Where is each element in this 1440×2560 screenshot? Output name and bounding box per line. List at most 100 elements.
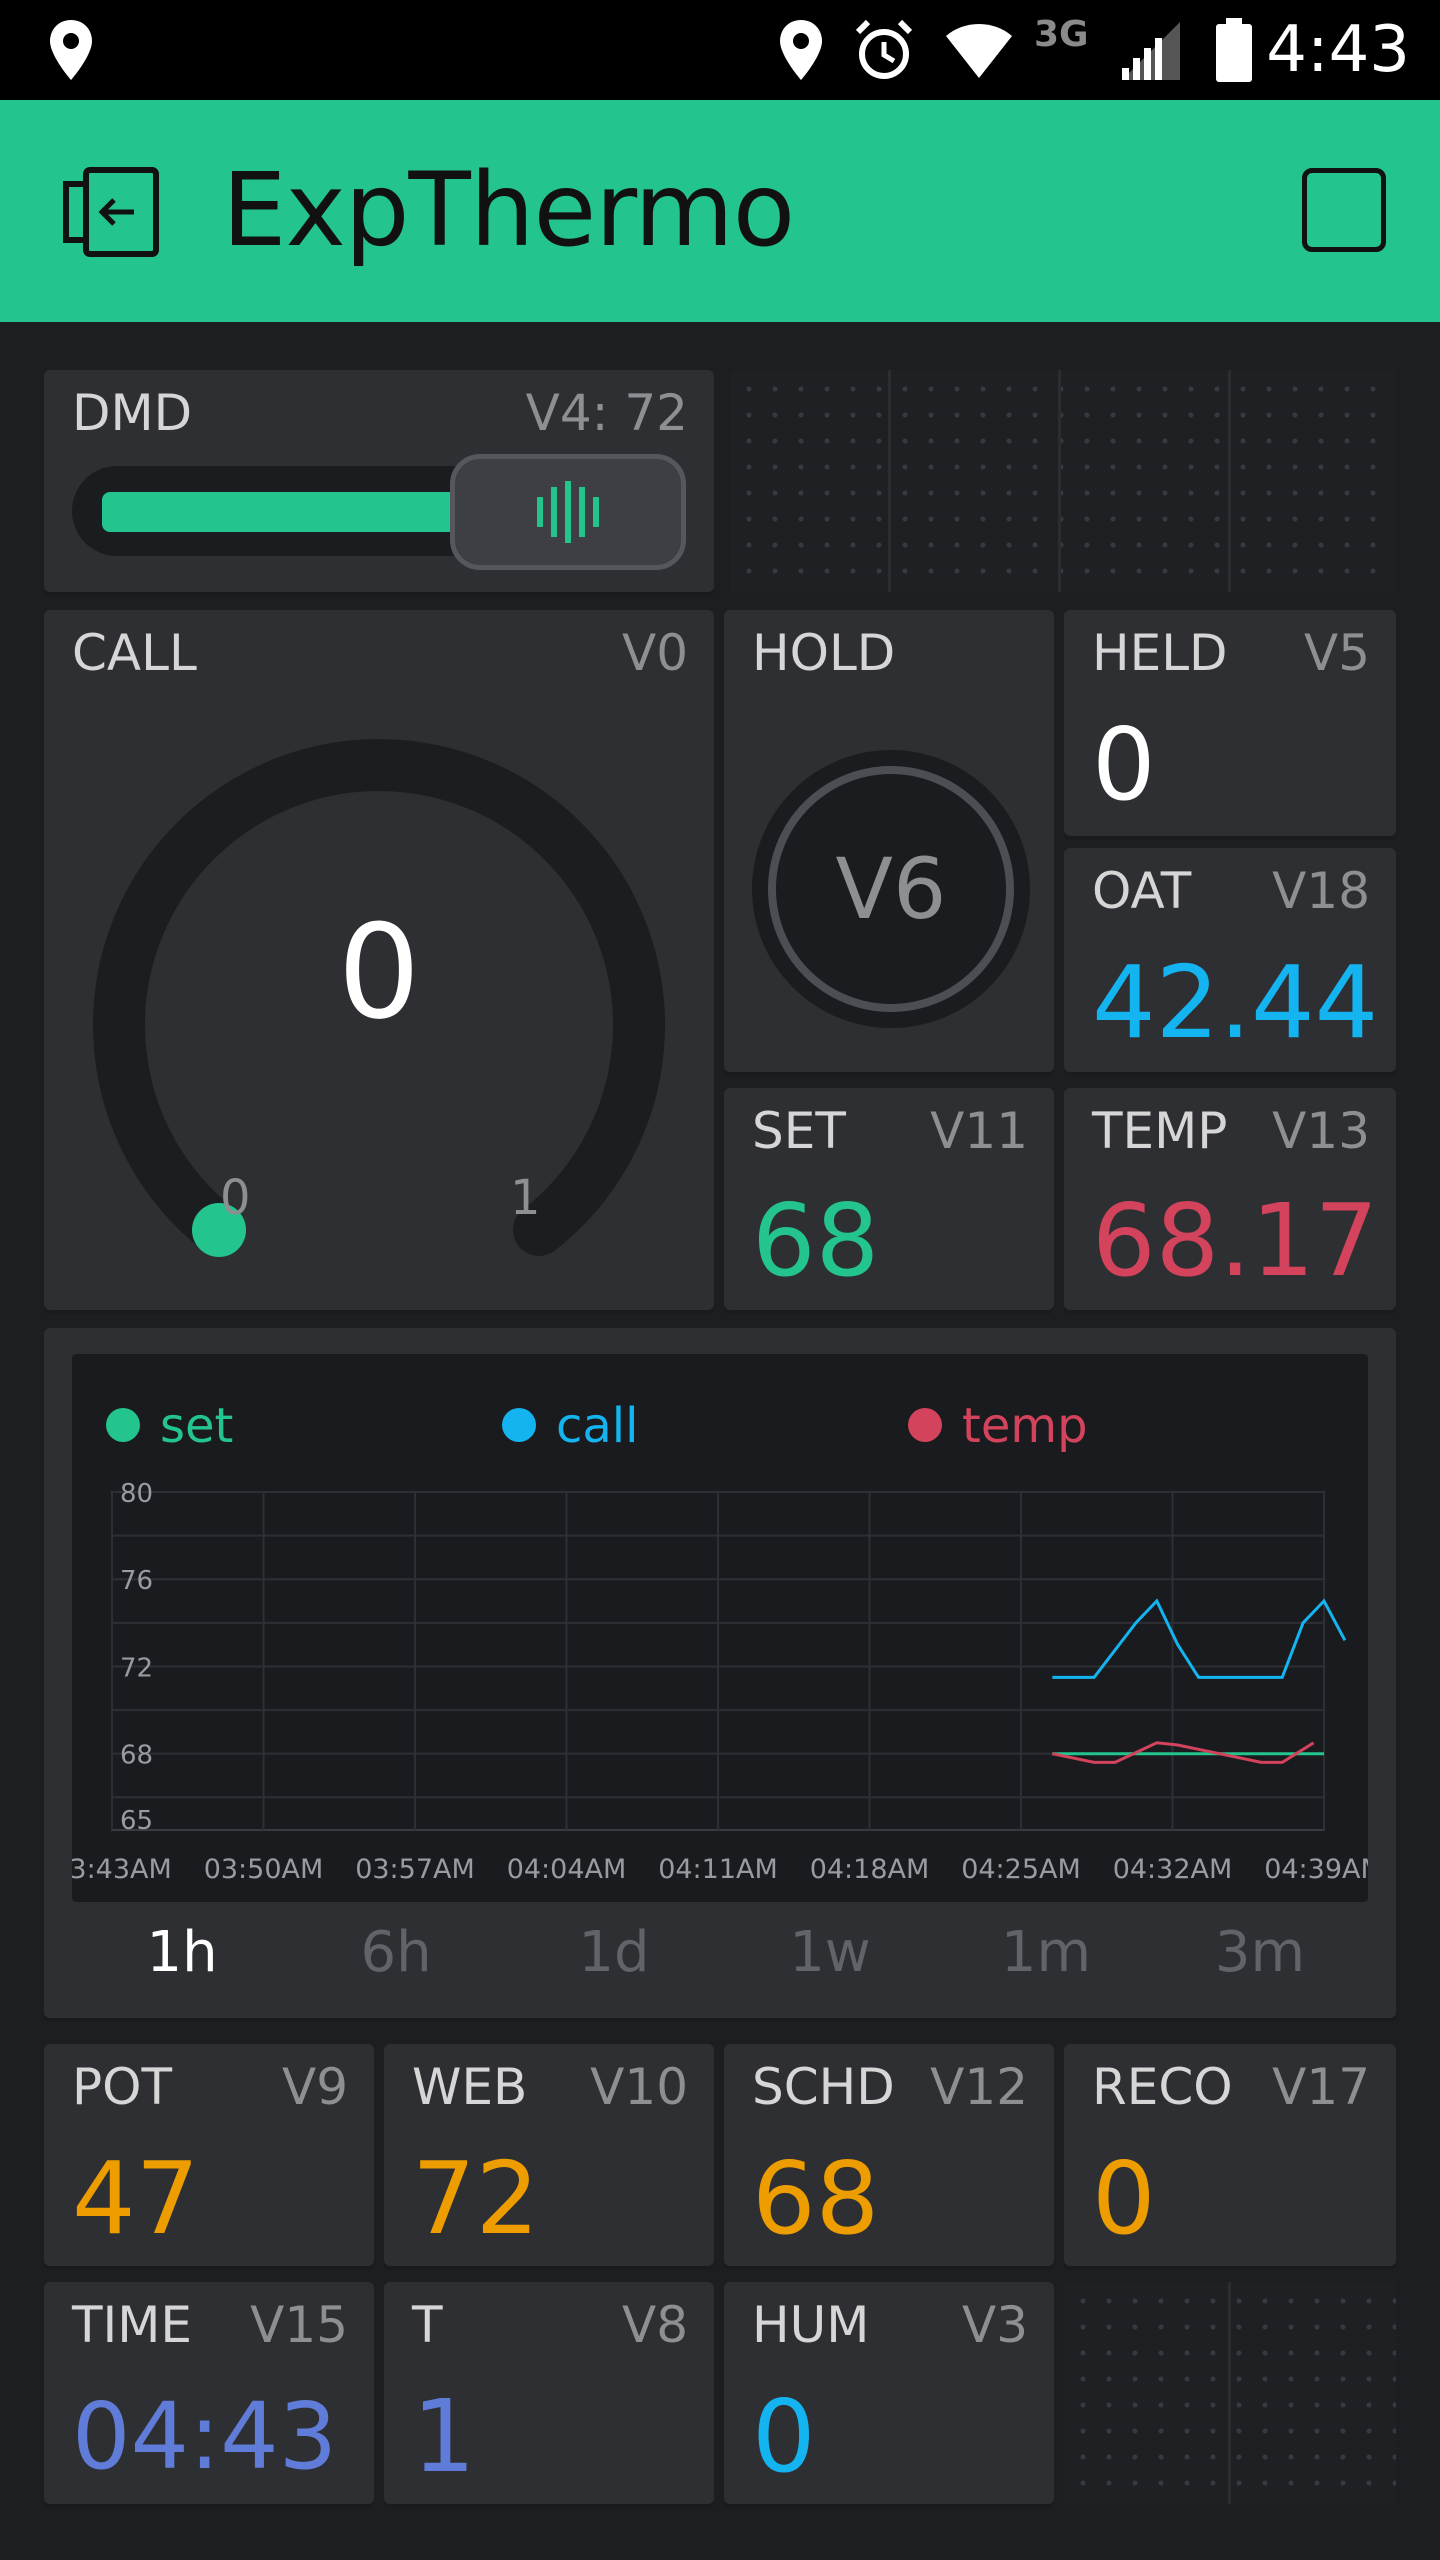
range-1h[interactable]: 1h — [122, 1920, 242, 1985]
status-bar: 3G 4:43 — [0, 0, 1440, 100]
hold-button-text: V6 — [835, 840, 947, 938]
call-pin: V0 — [621, 624, 688, 682]
grip-icon — [537, 481, 599, 543]
held-display-widget: HELD V5 0 — [1064, 610, 1396, 836]
x-tick-label: 03:43AM — [72, 1854, 172, 1885]
hum-value: 0 — [752, 2378, 816, 2495]
pot-label: POT — [72, 2058, 173, 2116]
x-tick-label: 04:18AM — [810, 1854, 930, 1885]
y-tick-label: 65 — [120, 1806, 153, 1836]
schd-label: SCHD — [752, 2058, 895, 2116]
chart-area: set call temp 03:43AM03:50AM03:57AM04:04… — [72, 1354, 1368, 1902]
clock: 4:43 — [1266, 13, 1410, 87]
pot-display-widget: POT V9 47 — [44, 2044, 374, 2266]
network-type: 3G — [1034, 14, 1089, 55]
x-tick-label: 04:25AM — [961, 1854, 1081, 1885]
x-tick-label: 04:32AM — [1113, 1854, 1233, 1885]
web-pin: V10 — [590, 2058, 688, 2116]
hum-pin: V3 — [961, 2296, 1028, 2354]
alarm-icon — [855, 19, 913, 79]
reco-value: 0 — [1092, 2140, 1156, 2257]
t-display-widget: T V8 1 — [384, 2282, 714, 2504]
range-3m[interactable]: 3m — [1200, 1920, 1320, 1985]
temp-value: 68.17 — [1092, 1182, 1379, 1299]
dmd-pin-value: V4: 72 — [525, 384, 688, 442]
held-value: 0 — [1092, 706, 1156, 823]
battery-icon — [1216, 18, 1252, 82]
gauge-min: 0 — [220, 1170, 251, 1226]
set-display-widget: SET V11 68 — [724, 1088, 1054, 1310]
wifi-icon — [946, 24, 1012, 78]
x-tick-label: 03:57AM — [355, 1854, 475, 1885]
web-value: 72 — [412, 2140, 540, 2257]
history-graph-widget: set call temp 03:43AM03:50AM03:57AM04:04… — [44, 1328, 1396, 2018]
held-pin: V5 — [1303, 624, 1370, 682]
line-chart[interactable]: 03:43AM 03:50AM 03:57AM 04:04AM 04:11AM 04:18… — [72, 1354, 1368, 1902]
web-display-widget: WEB V10 72 — [384, 2044, 714, 2266]
time-pin: V15 — [250, 2296, 348, 2354]
set-label: SET — [752, 1102, 846, 1160]
y-tick-label: 76 — [120, 1566, 153, 1596]
pot-value: 47 — [72, 2140, 200, 2257]
t-value: 1 — [412, 2378, 476, 2495]
range-1d[interactable]: 1d — [554, 1920, 674, 1985]
x-tick-label: 03:50AM — [204, 1854, 324, 1885]
call-label: CALL — [72, 624, 197, 682]
dmd-label: DMD — [72, 384, 193, 442]
schd-display-widget: SCHD V12 68 — [724, 2044, 1054, 2266]
t-pin: V8 — [621, 2296, 688, 2354]
hum-display-widget: HUM V3 0 — [724, 2282, 1054, 2504]
oat-value: 42.44 — [1092, 944, 1379, 1061]
set-pin: V11 — [930, 1102, 1028, 1160]
pot-pin: V9 — [281, 2058, 348, 2116]
y-tick-label: 80 — [120, 1479, 153, 1509]
slider-thumb[interactable] — [450, 454, 686, 570]
temp-label: TEMP — [1092, 1102, 1228, 1160]
reco-display-widget: RECO V17 0 — [1064, 2044, 1396, 2266]
location-icon — [780, 20, 822, 80]
x-tick-label: 04:11AM — [658, 1854, 778, 1885]
gauge-value: 0 — [337, 896, 421, 1048]
grid-divider — [888, 370, 891, 592]
y-tick-label: 68 — [120, 1741, 153, 1771]
held-label: HELD — [1092, 624, 1228, 682]
dmd-slider-widget: DMD V4: 72 — [44, 370, 714, 592]
exit-project-icon[interactable] — [62, 166, 160, 258]
range-1w[interactable]: 1w — [770, 1920, 890, 1985]
grid-divider — [1228, 2282, 1231, 2504]
stop-square-icon[interactable] — [1302, 168, 1386, 252]
temp-display-widget: TEMP V13 68.17 — [1064, 1088, 1396, 1310]
grid-divider — [1058, 370, 1061, 592]
range-6h[interactable]: 6h — [336, 1920, 456, 1985]
signal-icon — [1122, 22, 1180, 80]
grid-divider — [1228, 370, 1231, 592]
app-bar: ExpThermo — [0, 100, 1440, 322]
time-label: TIME — [72, 2296, 193, 2354]
web-label: WEB — [412, 2058, 528, 2116]
temp-pin: V13 — [1272, 1102, 1370, 1160]
hold-button[interactable]: V6 — [752, 750, 1030, 1028]
y-tick-label: 72 — [120, 1653, 153, 1683]
reco-pin: V17 — [1272, 2058, 1370, 2116]
app-title: ExpThermo — [222, 151, 795, 270]
hold-button-widget: HOLD V6 — [724, 610, 1054, 1072]
hum-label: HUM — [752, 2296, 870, 2354]
oat-label: OAT — [1092, 862, 1192, 920]
hold-label: HOLD — [752, 624, 896, 682]
range-1m[interactable]: 1m — [986, 1920, 1106, 1985]
gauge-max: 1 — [510, 1170, 541, 1226]
location-icon — [50, 20, 92, 80]
reco-label: RECO — [1092, 2058, 1233, 2116]
schd-value: 68 — [752, 2140, 880, 2257]
set-value: 68 — [752, 1182, 880, 1299]
oat-pin: V18 — [1272, 862, 1370, 920]
oat-display-widget: OAT V18 42.44 — [1064, 848, 1396, 1072]
call-gauge-widget: CALL V0 0 0 1 — [44, 610, 714, 1310]
x-tick-label: 04:39AM — [1264, 1854, 1368, 1885]
empty-grid-area — [730, 370, 1396, 592]
t-label: T — [412, 2296, 443, 2354]
time-display-widget: TIME V15 04:43 — [44, 2282, 374, 2504]
time-value: 04:43 — [72, 2383, 338, 2490]
schd-pin: V12 — [930, 2058, 1028, 2116]
x-tick-label: 04:04AM — [507, 1854, 627, 1885]
